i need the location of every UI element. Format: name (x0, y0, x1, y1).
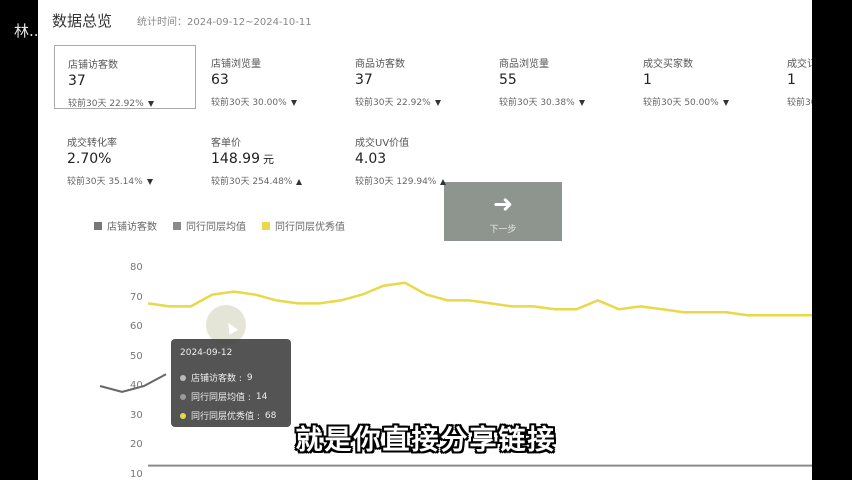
metric-value-number: 4.03 (355, 151, 387, 167)
metric-compare-text: 较前30天 35.14% (67, 177, 143, 187)
trend-down-icon (722, 99, 729, 106)
metric-unit: 元 (263, 153, 274, 166)
metric-compare-text: 较前30天 22.92% (355, 98, 431, 108)
tooltip-series-name: 店铺访客数 : (191, 374, 242, 384)
metric-value: 1 (787, 72, 796, 88)
video-subtitle: 就是你直接分享链接 (295, 425, 557, 456)
metric-card[interactable]: 成交转化率 2.70% 较前30天 35.14% (54, 124, 194, 187)
metric-compare: 较前30天 129.94% (355, 174, 447, 187)
metric-compare: 较前30天 30.38% (499, 95, 585, 108)
metric-compare: 较前30天 30.00% (211, 95, 297, 108)
metric-compare: 较前30天 50.00% (643, 95, 729, 108)
series-line-0 (147, 281, 812, 317)
metric-label: 成交转化率 (67, 138, 117, 149)
metric-value-number: 1 (643, 72, 652, 88)
metric-value-number: 148.99 (211, 151, 260, 167)
metric-label: 店铺访客数 (68, 60, 118, 71)
metric-label: 成交订... (787, 59, 812, 70)
metric-compare: 较前30天 22.92% (355, 95, 441, 108)
metric-value-number: 63 (211, 72, 229, 88)
metric-value: 148.99 元 (211, 151, 274, 167)
metric-label: 客单价 (211, 138, 241, 149)
metric-value: 2.70% (67, 151, 111, 167)
y-tick-label: 80 (130, 262, 143, 273)
metric-card[interactable]: 成交订... 1 较前30天 (774, 45, 812, 108)
metric-label: 成交UV价值 (355, 138, 410, 149)
metric-compare-text: 较前30天 129.94% (355, 177, 437, 187)
metric-compare-text: 较前30天 30.00% (211, 98, 287, 108)
metric-value-number: 55 (499, 72, 517, 88)
metric-value: 1 (643, 72, 652, 88)
metric-card[interactable]: 成交UV价值 4.03 较前30天 129.94% (342, 124, 482, 187)
metric-compare: 较前30天 22.92% (68, 96, 154, 109)
chart-tooltip: 2024-09-12 店铺访客数 :9 同行同层均值 :14 同行同层优秀值 :68 (171, 339, 291, 427)
tooltip-dot (180, 393, 186, 400)
metric-card[interactable]: 商品访客数 37 较前30天 22.92% (342, 45, 482, 108)
metric-compare-text: 较前30天 (787, 98, 812, 108)
y-tick-label: 50 (130, 350, 143, 362)
metric-card[interactable]: 成交买家数 1 较前30天 50.00% (630, 45, 770, 108)
y-tick-label: 70 (130, 291, 143, 303)
tooltip-date: 2024-09-12 (180, 348, 233, 358)
trend-up-icon (440, 178, 447, 185)
metric-value-number: 37 (68, 73, 86, 89)
metric-compare-text: 较前30天 254.48% (211, 177, 293, 187)
metric-card[interactable]: 商品浏览量 55 较前30天 30.38% (486, 45, 626, 108)
metric-compare-text: 较前30天 30.38% (499, 98, 575, 108)
metric-value: 63 (211, 72, 229, 88)
metric-label: 成交买家数 (643, 59, 693, 70)
metric-value-number: 1 (787, 72, 796, 88)
tooltip-series-name: 同行同层均值 : (191, 393, 251, 403)
trend-down-icon (146, 178, 153, 185)
trend-down-icon (434, 99, 441, 106)
tooltip-dot (180, 374, 186, 381)
trend-up-icon (296, 178, 303, 185)
metric-label: 商品访客数 (355, 59, 405, 70)
metric-value: 55 (499, 72, 517, 88)
metric-value: 37 (68, 73, 86, 89)
metric-card[interactable]: 店铺浏览量 63 较前30天 30.00% (198, 45, 338, 108)
trend-down-icon (578, 99, 585, 106)
tooltip-series-value: 14 (255, 391, 268, 402)
y-tick-label: 40 (130, 380, 143, 391)
tooltip-row: 店铺访客数 : 9 (180, 371, 253, 384)
data-overview-panel: 数据总览 统计时间：2024-09-12~2024-10-11 店铺访客数 同行同… (38, 0, 812, 480)
metric-label: 商品浏览量 (499, 59, 549, 70)
tooltip-series-value: 9 (246, 372, 253, 383)
trend-down-icon (290, 99, 297, 106)
metric-label: 店铺浏览量 (211, 59, 261, 70)
metric-card[interactable]: 店铺访客数 37 较前30天 22.92% (54, 45, 196, 109)
metric-value-number: 2.70% (67, 151, 112, 167)
metric-compare: 较前30天 (787, 95, 812, 108)
y-tick-label: 60 (130, 321, 143, 332)
y-tick-label: 10 (130, 468, 143, 480)
trend-down-icon (147, 100, 154, 107)
metric-value-number: 37 (355, 72, 373, 88)
metric-card[interactable]: 客单价 148.99 元较前30天 254.48% (198, 124, 338, 187)
metric-compare-text: 较前30天 22.92% (68, 99, 144, 109)
tooltip-row: 同行同层均值 : 14 (180, 390, 267, 403)
metric-compare: 较前30天 35.14% (67, 174, 153, 187)
metric-value: 37 (355, 72, 373, 88)
metric-compare-text: 较前30天 50.00% (643, 98, 719, 108)
metric-value: 4.03 (355, 151, 386, 167)
metric-compare: 较前30天 254.48% (211, 174, 303, 187)
